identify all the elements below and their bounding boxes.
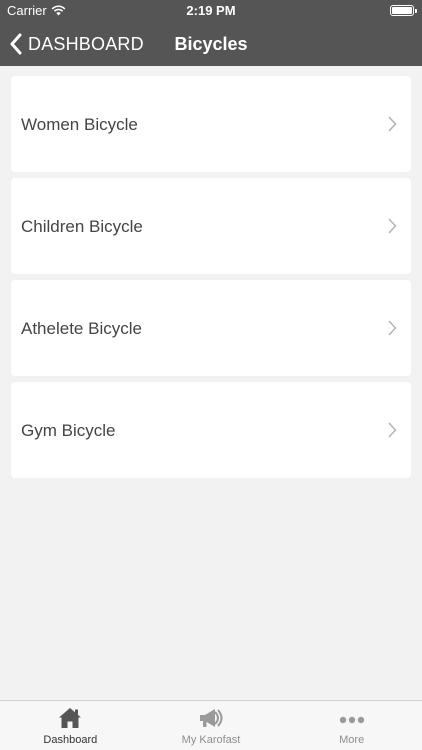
navigation-header: Carrier 2:19 PM DASHBOARD Bicycles <box>0 0 422 66</box>
chevron-right-icon <box>387 320 397 341</box>
tab-more[interactable]: More <box>281 701 422 750</box>
tab-label: More <box>339 734 365 746</box>
tab-label: My Karofast <box>181 734 241 746</box>
tab-my-karofast[interactable]: My Karofast <box>141 701 282 750</box>
list-item-athelete-bicycle[interactable]: Athelete Bicycle <box>11 280 411 376</box>
status-time: 2:19 PM <box>186 3 236 18</box>
tab-bar: Dashboard My Karofast More <box>0 700 422 750</box>
list-item-women-bicycle[interactable]: Women Bicycle <box>11 76 411 172</box>
home-icon <box>0 707 141 729</box>
list-item-label: Children Bicycle <box>21 217 143 236</box>
tab-dashboard[interactable]: Dashboard <box>0 701 141 750</box>
status-bar: Carrier 2:19 PM <box>0 0 422 22</box>
chevron-right-icon <box>387 422 397 443</box>
list-item-label: Gym Bicycle <box>21 421 116 440</box>
tab-label: Dashboard <box>43 734 98 746</box>
bicycle-category-list: Women Bicycle Children Bicycle Athelete … <box>11 76 411 484</box>
list-item-gym-bicycle[interactable]: Gym Bicycle <box>11 382 411 478</box>
megaphone-icon <box>141 707 282 729</box>
list-item-label: Women Bicycle <box>21 115 138 134</box>
list-item-label: Athelete Bicycle <box>21 319 142 338</box>
more-dots-icon <box>281 707 422 729</box>
chevron-right-icon <box>387 218 397 239</box>
chevron-right-icon <box>387 116 397 137</box>
list-item-children-bicycle[interactable]: Children Bicycle <box>11 178 411 274</box>
battery-icon <box>390 5 417 16</box>
page-title: Bicycles <box>174 34 248 54</box>
